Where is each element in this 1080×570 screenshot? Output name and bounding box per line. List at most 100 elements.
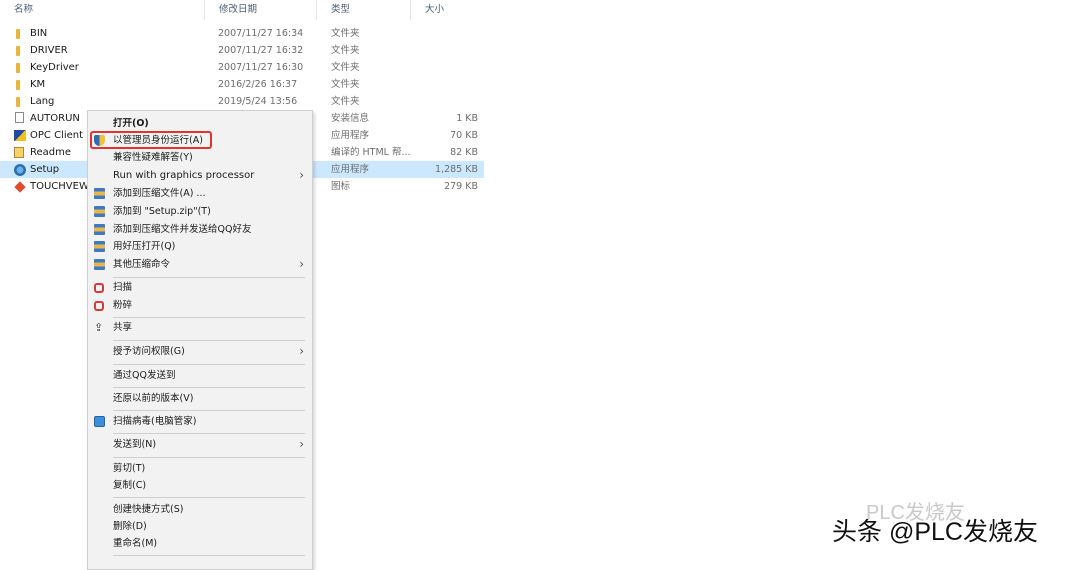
file-name: BIN — [30, 28, 48, 39]
watermark-text: 头条 @PLC发烧友 — [832, 518, 1038, 546]
file-type: 编译的 HTML 帮... — [331, 147, 411, 158]
file-name: DRIVER — [30, 45, 68, 56]
share-icon: ⇪ — [94, 321, 104, 334]
menu-item-share[interactable]: ⇪ 共享 — [88, 319, 312, 336]
menu-item-restore[interactable]: 还原以前的版本(V) — [88, 390, 312, 407]
highlight-box — [90, 131, 212, 149]
file-name: KeyDriver — [30, 62, 79, 73]
file-size — [420, 42, 478, 59]
menu-item-label: 兼容性疑难解答(Y) — [113, 152, 193, 163]
menu-separator — [113, 433, 305, 434]
sort-ascending-icon: ^ — [104, 0, 112, 4]
context-menu: 打开(O) 以管理员身份运行(A) 兼容性疑难解答(Y) Run with gr… — [87, 110, 313, 570]
menu-item-label: 打开(O) — [113, 118, 149, 129]
menu-item-label: 共享 — [113, 322, 133, 333]
menu-separator — [113, 457, 305, 458]
file-size: 279 KB — [444, 181, 478, 192]
archive-icon — [94, 259, 105, 270]
menu-item-label: 通过QQ发送到 — [113, 370, 176, 381]
menu-separator — [113, 364, 305, 365]
menu-item-label: 发送到(N) — [113, 439, 157, 450]
archive-icon — [94, 188, 105, 199]
menu-item-label: 复制(C) — [113, 480, 147, 491]
menu-item-label: 扫描病毒(电脑管家) — [113, 416, 197, 427]
file-type: 文件夹 — [331, 62, 360, 73]
file-size: 1 KB — [456, 113, 478, 124]
archive-icon — [94, 206, 105, 217]
file-size: 70 KB — [450, 130, 478, 141]
file-type: 应用程序 — [331, 164, 370, 175]
chevron-right-icon: › — [299, 344, 304, 358]
column-header-date[interactable]: 修改日期 — [204, 0, 324, 20]
menu-item-rename[interactable]: 重命名(M) — [88, 535, 312, 552]
archive-icon — [94, 241, 105, 252]
menu-item-label: 扫描 — [113, 282, 133, 293]
menu-item-send-to[interactable]: 发送到(N) › — [88, 436, 312, 453]
menu-item-cut[interactable]: 剪切(T) — [88, 460, 312, 477]
menu-item-label: 添加到压缩文件并发送给QQ好友 — [113, 224, 252, 235]
menu-separator — [113, 410, 305, 411]
menu-item-shred[interactable]: 粉碎 — [88, 297, 312, 314]
menu-item-other-zip[interactable]: 其他压缩命令 › — [88, 256, 312, 273]
menu-item-label: 其他压缩命令 — [113, 259, 171, 270]
file-type: 文件夹 — [331, 28, 360, 39]
menu-item-compatibility[interactable]: 兼容性疑难解答(Y) — [88, 149, 312, 166]
chevron-right-icon: › — [299, 168, 304, 182]
file-type: 文件夹 — [331, 79, 360, 90]
folder-icon — [14, 62, 26, 73]
menu-item-copy[interactable]: 复制(C) — [88, 477, 312, 494]
menu-item-grant-access[interactable]: 授予访问权限(G) › — [88, 343, 312, 360]
file-row-lang[interactable]: Lang 2019/5/24 13:56 文件夹 — [0, 93, 484, 110]
file-row-driver[interactable]: DRIVER 2007/11/27 16:32 文件夹 — [0, 42, 484, 59]
menu-item-label: Run with graphics processor — [113, 170, 255, 181]
file-size: 1,285 KB — [435, 164, 478, 175]
chevron-right-icon: › — [299, 257, 304, 271]
setup-icon — [14, 164, 26, 176]
file-type: 安装信息 — [331, 113, 370, 124]
file-row-km[interactable]: KM 2016/2/26 16:37 文件夹 — [0, 76, 484, 93]
menu-item-create-shortcut[interactable]: 创建快捷方式(S) — [88, 501, 312, 518]
menu-item-send-qq[interactable]: 通过QQ发送到 — [88, 367, 312, 384]
column-header-type[interactable]: 类型 — [316, 0, 412, 20]
column-header-size[interactable]: 大小 — [410, 0, 484, 20]
file-row-keydriver[interactable]: KeyDriver 2007/11/27 16:30 文件夹 — [0, 59, 484, 76]
menu-item-delete[interactable]: 删除(D) — [88, 518, 312, 535]
menu-item-label: 授予访问权限(G) — [113, 346, 185, 357]
menu-item-open[interactable]: 打开(O) — [88, 115, 312, 132]
file-row-bin[interactable]: BIN 2007/11/27 16:34 文件夹 — [0, 25, 484, 42]
pc-manager-icon — [94, 416, 105, 427]
menu-item-scan[interactable]: 扫描 — [88, 279, 312, 296]
folder-icon — [14, 96, 26, 107]
file-date: 2016/2/26 16:37 — [218, 79, 298, 90]
menu-item-open-haozip[interactable]: 用好压打开(Q) — [88, 238, 312, 255]
shred-icon — [94, 301, 104, 311]
file-type: 文件夹 — [331, 45, 360, 56]
menu-item-add-zip[interactable]: 添加到 "Setup.zip"(T) — [88, 203, 312, 220]
menu-item-label: 添加到压缩文件(A) ... — [113, 188, 206, 199]
file-date: 2007/11/27 16:34 — [218, 28, 304, 39]
menu-separator — [113, 387, 305, 388]
folder-icon — [14, 79, 26, 90]
menu-item-label: 粉碎 — [113, 300, 133, 311]
file-type: 文件夹 — [331, 96, 360, 107]
menu-item-virus-scan[interactable]: 扫描病毒(电脑管家) — [88, 413, 312, 430]
help-file-icon — [14, 147, 24, 158]
file-type: 图标 — [331, 181, 351, 192]
file-name: Lang — [30, 96, 55, 107]
archive-icon — [94, 224, 105, 235]
menu-separator — [113, 340, 305, 341]
menu-item-add-archive[interactable]: 添加到压缩文件(A) ... — [88, 185, 312, 202]
file-type: 应用程序 — [331, 130, 370, 141]
menu-item-add-send-qq[interactable]: 添加到压缩文件并发送给QQ好友 — [88, 221, 312, 238]
file-name: KM — [30, 79, 46, 90]
scan-icon — [94, 283, 104, 293]
menu-item-label: 用好压打开(Q) — [113, 241, 176, 252]
menu-item-run-gpu[interactable]: Run with graphics processor › — [88, 167, 312, 184]
inf-file-icon — [15, 112, 24, 123]
chevron-right-icon: › — [299, 437, 304, 451]
menu-item-label: 重命名(M) — [113, 538, 158, 549]
menu-item-label: 还原以前的版本(V) — [113, 393, 194, 404]
file-date: 2007/11/27 16:32 — [218, 45, 304, 56]
folder-icon — [14, 45, 26, 56]
file-size — [420, 59, 478, 76]
